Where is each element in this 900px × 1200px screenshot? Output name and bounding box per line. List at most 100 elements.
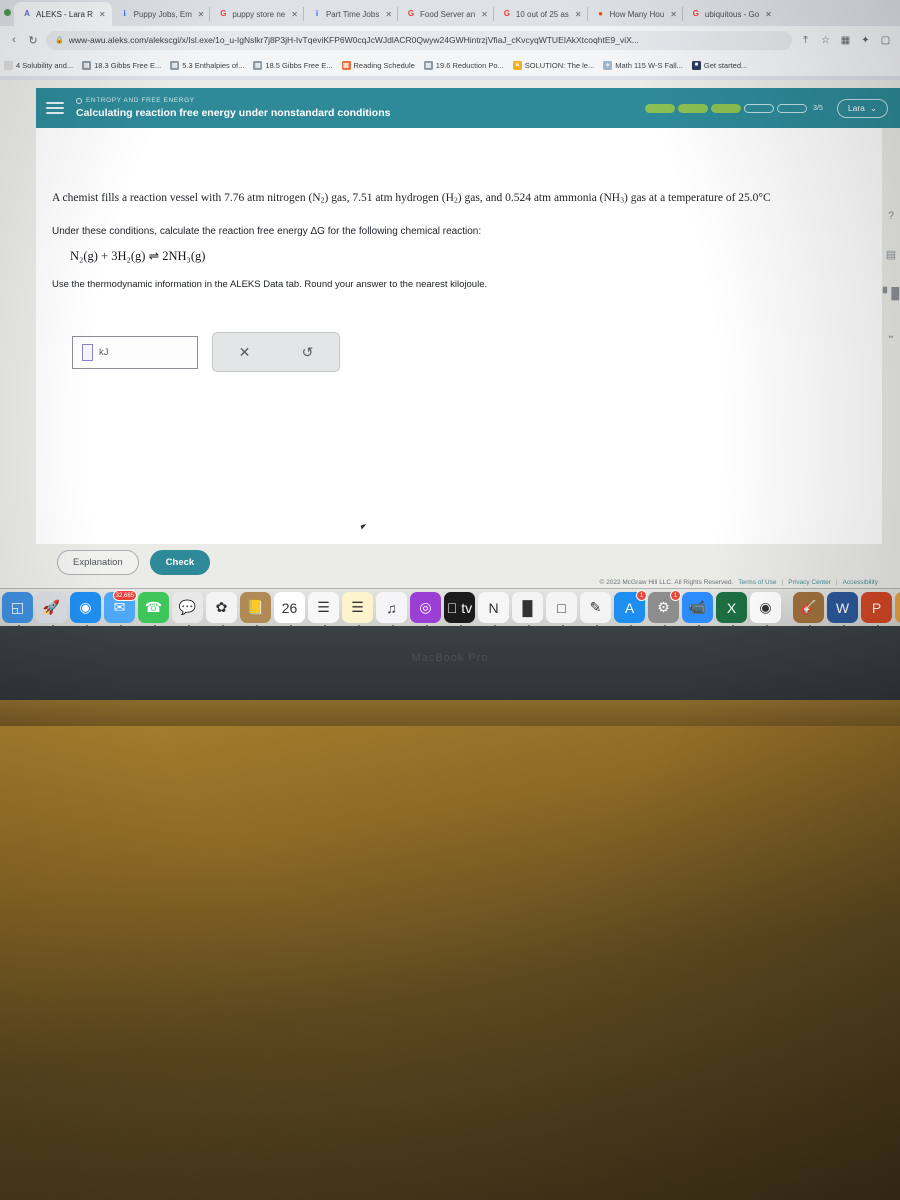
messages-icon[interactable]: 💬 (172, 592, 203, 627)
clear-icon[interactable]: ✕ (213, 344, 276, 361)
aleks-app: ENTROPY AND FREE ENERGY Calculating reac… (0, 80, 900, 588)
accessibility-link[interactable]: Accessibility (843, 579, 878, 586)
chrome-icon[interactable]: ◉ (750, 592, 781, 627)
profile-icon[interactable]: ✦ (859, 35, 872, 46)
answer-input[interactable]: kJ (72, 335, 198, 369)
browser-tab-4[interactable]: G Food Server an ✕ (397, 2, 494, 26)
google-icon: G (407, 9, 415, 18)
reddit-icon: ● (598, 9, 603, 18)
bookmark-star-icon[interactable]: ☆ (819, 35, 832, 46)
photos-icon[interactable]: ✿ (206, 592, 237, 627)
bookmark-item[interactable]: 4 Solubility and... (4, 60, 74, 70)
bookmark-item[interactable]: ■ Get started... (691, 60, 747, 70)
calculator-icon[interactable]: ▤ (886, 248, 896, 261)
progress-segment (645, 103, 676, 113)
bookmark-favicon-icon: ■ (691, 60, 701, 70)
terms-of-use-link[interactable]: Terms of Use (738, 579, 776, 586)
tab-close-icon[interactable]: ✕ (97, 10, 106, 19)
explanation-button[interactable]: Explanation (57, 550, 139, 575)
browser-tab-3[interactable]: i Part Time Jobs ✕ (302, 2, 398, 26)
podcasts-icon[interactable]: ◎ (410, 592, 441, 627)
bookmark-label: SOLUTION: The le... (524, 60, 595, 70)
help-icon[interactable]: ? (888, 210, 894, 222)
periodic-table-icon[interactable]: ⎵ (889, 326, 893, 339)
bookmark-item[interactable]: ▤ 18.3 Gibbs Free E... (82, 60, 162, 70)
browser-tab-2[interactable]: G puppy store ne ✕ (209, 2, 304, 26)
tab-title: Part Time Jobs (325, 9, 380, 19)
contacts-icon[interactable]: 📒 (240, 592, 271, 627)
right-toolbar: ? ▤ ▘█ ⎵ (882, 210, 900, 339)
tab-close-icon[interactable]: ✕ (573, 10, 582, 19)
garageband-icon[interactable]: 🎸 (793, 592, 824, 627)
safari-icon[interactable]: ◉ (70, 592, 101, 627)
finder-icon[interactable]: ◱ (2, 592, 33, 627)
check-button[interactable]: Check (149, 550, 211, 575)
reminders-icon[interactable]: ☰ (308, 592, 339, 627)
user-menu[interactable]: Lara ⌄ (836, 98, 888, 118)
address-bar[interactable]: 🔒 www-awu.aleks.com/alekscgi/x/Isl.exe/1… (46, 30, 792, 50)
mail2-icon[interactable]: ✉2 (895, 592, 900, 623)
data-chart-icon[interactable]: ▘█ (883, 287, 899, 300)
browser-tab-5[interactable]: G 10 out of 25 as ✕ (492, 2, 588, 26)
extension-icon[interactable]: ▦ (839, 35, 852, 46)
tab-close-icon[interactable]: ✕ (289, 10, 298, 19)
news-icon[interactable]: N (478, 592, 509, 627)
progress-segment (744, 103, 775, 113)
settings-icon[interactable]: ⚙ 1 (648, 590, 681, 627)
share-icon[interactable]: ⤒ (799, 35, 812, 46)
bookmark-favicon-icon: ▤ (423, 60, 433, 70)
tab-close-icon[interactable]: ✕ (668, 10, 677, 19)
bookmark-label: 18.3 Gibbs Free E... (94, 60, 162, 70)
tab-title: How Many Hou (609, 9, 665, 19)
bookmark-item[interactable]: ▤ 18.5 Gibbs Free E... (253, 60, 333, 70)
bookmark-label: 4 Solubility and... (16, 60, 74, 70)
appletv-icon[interactable]:  tv (444, 592, 475, 627)
numbers-icon[interactable]: █ (512, 592, 543, 627)
excel-icon[interactable]: X (716, 592, 747, 627)
pages-icon[interactable]: ✎ (580, 592, 611, 627)
chevron-down-icon: ⌄ (869, 102, 877, 113)
bookmark-item[interactable]: ▤ 5.3 Enthalpies of... (170, 60, 244, 70)
appstore-icon[interactable]: A1 (614, 590, 647, 627)
reload-icon[interactable]: ↻ (27, 34, 39, 47)
bookmark-item[interactable]: ▤ Reading Schedule (341, 60, 415, 70)
chemical-equation: N₂(g) + 3H₂(g) ⇌ 2NH₃(g) (70, 249, 206, 264)
notes-icon[interactable]: ☰ (342, 592, 373, 627)
topic-label: ENTROPY AND FREE ENERGY (86, 97, 195, 104)
zoom-icon[interactable]: 📹 (682, 592, 713, 627)
bookmark-item[interactable]: ✧ Math 115 W-S Fall... (603, 60, 683, 70)
keynote-icon[interactable]: □ (546, 592, 577, 627)
word-icon[interactable]: W (827, 592, 858, 627)
powerpoint-icon[interactable]: P (861, 592, 892, 627)
browser-tab-0[interactable]: A ALEKS - Lara R ✕ (14, 2, 112, 26)
undo-icon[interactable]: ↺ (276, 344, 339, 361)
tab-close-icon[interactable]: ✕ (763, 10, 772, 19)
calendar-icon[interactable]: 26 (274, 592, 305, 627)
hamburger-icon[interactable] (46, 102, 64, 114)
tab-close-icon[interactable]: ✕ (479, 10, 488, 19)
menu-icon[interactable]: ▢ (879, 35, 892, 46)
launchpad-icon[interactable]: 🚀 (36, 592, 67, 627)
answer-placeholder-box-icon (82, 343, 93, 361)
lock-icon: 🔒 (55, 37, 64, 44)
tab-title: Food Server an (420, 9, 476, 19)
tab-close-icon[interactable]: ✕ (196, 10, 205, 19)
aleks-header: ENTROPY AND FREE ENERGY Calculating reac… (36, 88, 900, 128)
formula-h2: (H2) (441, 192, 462, 205)
bookmark-item[interactable]: a SOLUTION: The le... (512, 60, 595, 70)
music-icon[interactable]: ♫ (376, 592, 407, 627)
facetime-icon[interactable]: ☎ (138, 592, 169, 627)
browser-tab-7[interactable]: G ubiquitous - Go ✕ (681, 2, 778, 26)
progress-segment (678, 103, 709, 113)
bookmark-item[interactable]: ▤ 19.6 Reduction Po... (423, 60, 504, 70)
macos-dock: ◱🚀◉✉32,685☎💬✿📒26☰☰♫◎ tvN█□✎A1⚙1📹X◉🎸WP✉2… (0, 588, 900, 627)
bookmark-favicon-icon: ✧ (603, 60, 613, 70)
privacy-center-link[interactable]: Privacy Center (788, 579, 831, 586)
back-icon[interactable]: ‹ (8, 34, 20, 46)
tab-close-icon[interactable]: ✕ (383, 10, 392, 19)
mail-icon[interactable]: ✉ 32,685 (104, 590, 137, 627)
bookmarks-bar: 4 Solubility and... ▤ 18.3 Gibbs Free E.… (0, 54, 900, 76)
browser-tab-1[interactable]: i Puppy Jobs, Em ✕ (112, 2, 211, 26)
browser-tab-6[interactable]: ● How Many Hou ✕ (586, 2, 683, 26)
stem-part-1: A chemist fills a reaction vessel with 7… (52, 192, 309, 204)
